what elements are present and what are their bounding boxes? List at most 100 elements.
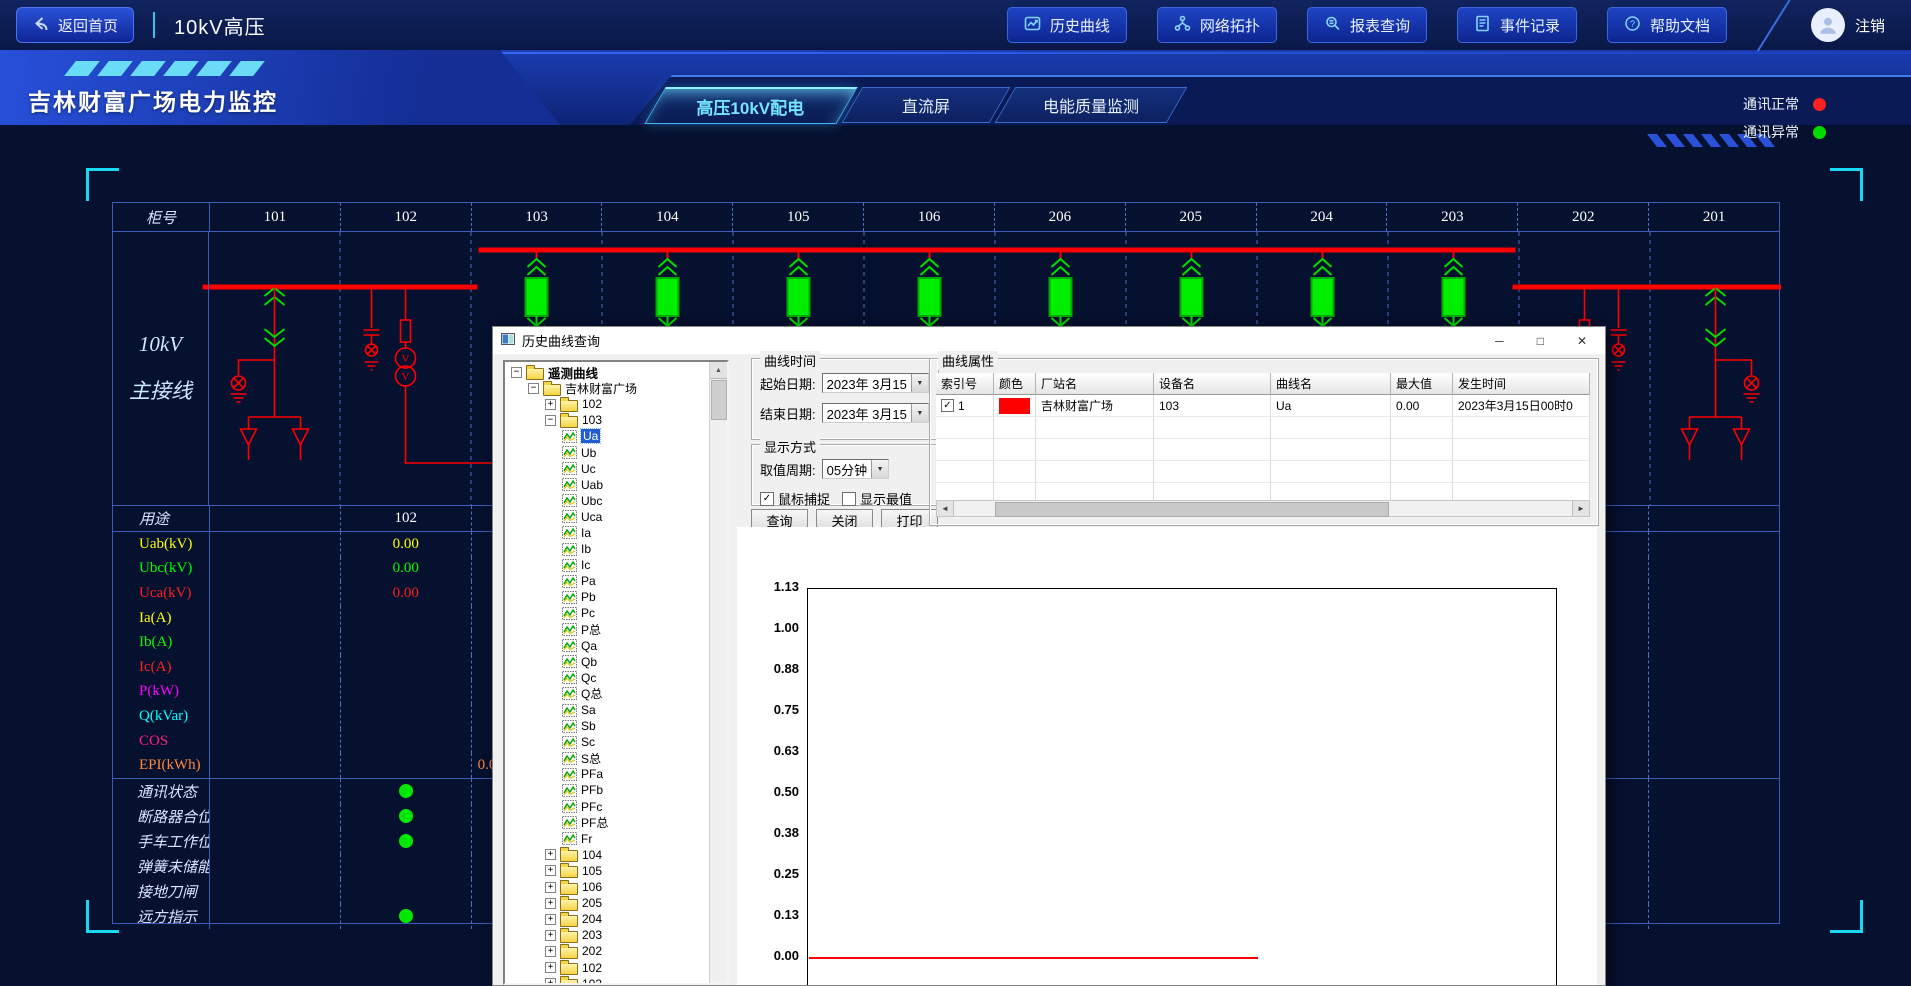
event-log-icon (1474, 15, 1491, 36)
cabinet-header-103: 103 (471, 203, 602, 231)
tree-item-label: Uca (581, 510, 602, 524)
expand-icon[interactable]: + (545, 882, 556, 893)
tree-item-Qa[interactable]: Qa (507, 638, 709, 654)
end-date-select[interactable]: 2023年 3月15 ▼ (822, 403, 929, 423)
tree-item-Sa[interactable]: Sa (507, 702, 709, 718)
attr-table-hscrollbar[interactable]: ◄ ► (936, 500, 1590, 517)
tree-item-204[interactable]: +204 (507, 911, 709, 927)
tree-item-PFc[interactable]: PFc (507, 799, 709, 815)
attr-col-6: 最大值 (1391, 373, 1453, 395)
scroll-right-icon[interactable]: ► (1572, 501, 1589, 516)
curve-icon (562, 752, 577, 765)
tree-item-103[interactable]: +103 (507, 976, 709, 983)
expand-icon[interactable]: + (545, 914, 556, 925)
tree-item-203[interactable]: +203 (507, 927, 709, 943)
tree-item-102[interactable]: +102 (507, 959, 709, 975)
nav-history-curve-button[interactable]: 历史曲线 (1007, 7, 1127, 43)
tree-item-遥测曲线[interactable]: −遥测曲线 (507, 364, 709, 380)
folder-icon (560, 883, 578, 895)
tree-item-Uab[interactable]: Uab (507, 477, 709, 493)
tree-scrollbar[interactable]: ▲ (709, 362, 727, 983)
hscrollbar-thumb[interactable] (995, 502, 1389, 517)
nav-event-log-button[interactable]: 事件记录 (1457, 7, 1577, 43)
tree-item-102[interactable]: +102 (507, 396, 709, 412)
tree-item-106[interactable]: +106 (507, 879, 709, 895)
tree-scrollbar-thumb[interactable] (711, 380, 727, 420)
tree-item-S总[interactable]: S总 (507, 750, 709, 766)
tree-item-label: 103 (582, 977, 602, 983)
tree-item-PFa[interactable]: PFa (507, 766, 709, 782)
minimize-button[interactable]: ─ (1495, 334, 1504, 348)
tree-item-Q总[interactable]: Q总 (507, 686, 709, 702)
tree-item-Ua[interactable]: Ua (507, 428, 709, 444)
tree-item-Uca[interactable]: Uca (507, 509, 709, 525)
tree-item-Ic[interactable]: Ic (507, 557, 709, 573)
tree-item-Uc[interactable]: Uc (507, 461, 709, 477)
station-title: 吉林财富广场电力监控 (28, 83, 278, 117)
cabinet-header-205: 205 (1125, 203, 1256, 231)
tree-item-105[interactable]: +105 (507, 863, 709, 879)
back-home-button[interactable]: 返回首页 (16, 7, 134, 43)
curve-icon (562, 559, 577, 572)
tree-item-202[interactable]: +202 (507, 943, 709, 959)
window-controls: ─ □ ✕ (1495, 327, 1587, 354)
expand-icon[interactable]: + (545, 849, 556, 860)
user-area[interactable]: 注销 (1811, 8, 1885, 42)
attr-row[interactable]: ✓1吉林财富广场103Ua0.002023年3月15日00时0 (936, 395, 1590, 417)
svg-text:?: ? (1630, 19, 1635, 29)
close-button[interactable]: ✕ (1577, 334, 1587, 348)
collapse-icon[interactable]: − (511, 367, 522, 378)
tree-item-PF总[interactable]: PF总 (507, 815, 709, 831)
expand-icon[interactable]: + (545, 865, 556, 876)
expand-icon[interactable]: + (545, 978, 556, 983)
tree-item-Pa[interactable]: Pa (507, 573, 709, 589)
nav-help-doc-button[interactable]: ? 帮助文档 (1607, 7, 1727, 43)
attr-col-2: 颜色 (994, 373, 1036, 395)
expand-icon[interactable]: + (545, 930, 556, 941)
decorative-stripes-left (70, 61, 259, 76)
tree-item-label: Ia (581, 526, 591, 540)
scroll-up-icon[interactable]: ▲ (710, 362, 727, 379)
tree-item-Qc[interactable]: Qc (507, 670, 709, 686)
collapse-icon[interactable]: − (545, 415, 556, 426)
tree-item-Ia[interactable]: Ia (507, 525, 709, 541)
expand-icon[interactable]: + (545, 962, 556, 973)
row-checkbox[interactable]: ✓ (941, 399, 954, 412)
tab-power-quality[interactable]: 电能质量监测 (995, 87, 1188, 123)
tree-item-Ubc[interactable]: Ubc (507, 493, 709, 509)
tree-item-104[interactable]: +104 (507, 847, 709, 863)
mouse-capture-checkbox[interactable]: ✓ (760, 492, 774, 506)
start-date-select[interactable]: 2023年 3月15 ▼ (822, 373, 929, 393)
expand-icon[interactable]: + (545, 399, 556, 410)
dialog-icon (501, 332, 515, 349)
nav-network-topology-button[interactable]: 网络拓扑 (1157, 7, 1277, 43)
dialog-title-bar[interactable]: 历史曲线查询 ─ □ ✕ (493, 327, 1605, 354)
expand-icon[interactable]: + (545, 898, 556, 909)
tree-item-Pb[interactable]: Pb (507, 589, 709, 605)
collapse-icon[interactable]: − (528, 383, 539, 394)
show-extreme-checkbox[interactable] (842, 492, 856, 506)
logout-label[interactable]: 注销 (1855, 15, 1885, 36)
expand-icon[interactable]: + (545, 946, 556, 957)
tree-item-PFb[interactable]: PFb (507, 782, 709, 798)
measure-value-102: 0.00 (340, 532, 471, 557)
period-select[interactable]: 05分钟 ▼ (822, 459, 889, 479)
tree-item-103[interactable]: −103 (507, 412, 709, 428)
tree-item-Sc[interactable]: Sc (507, 734, 709, 750)
tree-item-Ub[interactable]: Ub (507, 444, 709, 460)
tree-item-吉林财富广场[interactable]: −吉林财富广场 (507, 380, 709, 396)
tree-item-Ib[interactable]: Ib (507, 541, 709, 557)
tree-item-Pc[interactable]: Pc (507, 605, 709, 621)
maximize-button[interactable]: □ (1537, 334, 1544, 348)
tree-item-label: 203 (582, 928, 602, 942)
tree-item-P总[interactable]: P总 (507, 622, 709, 638)
scroll-left-icon[interactable]: ◄ (937, 501, 954, 516)
tab-hv-10kv[interactable]: 高压10kV配电 (644, 87, 857, 124)
tree-item-Qb[interactable]: Qb (507, 654, 709, 670)
tab-dc-screen[interactable]: 直流屏 (842, 87, 1011, 123)
tree-item-Fr[interactable]: Fr (507, 831, 709, 847)
nav-report-query-button[interactable]: 报表查询 (1307, 7, 1427, 43)
tree-item-205[interactable]: +205 (507, 895, 709, 911)
network-topology-icon (1174, 15, 1191, 36)
tree-item-Sb[interactable]: Sb (507, 718, 709, 734)
